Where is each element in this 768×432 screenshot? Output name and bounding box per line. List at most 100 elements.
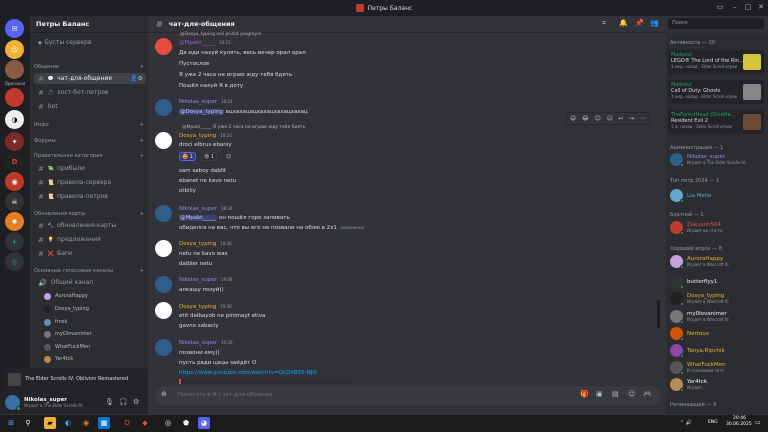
gift-icon[interactable]: 🎁	[580, 390, 589, 398]
voice-channel-general[interactable]: 🔊 Общий канал	[34, 277, 146, 288]
reply-preview[interactable]: @Mpakt_____ Я уже 2 часа не играю жду те…	[182, 125, 306, 130]
channel-petrov-rules[interactable]: # 📜 правила-петров	[34, 191, 146, 202]
message-author[interactable]: @Mpakt_____ 18:21	[179, 40, 231, 46]
server-icon[interactable]: ☠	[5, 192, 24, 211]
edge-icon[interactable]: ◐	[62, 417, 74, 429]
maximize-button[interactable]: □	[743, 3, 753, 12]
activity-card[interactable]: TheForestHead (DiosMa... Resident Evil 2…	[668, 110, 764, 134]
invite-icon[interactable]: 👤⚙	[130, 75, 143, 82]
server-icon[interactable]: ◉	[5, 172, 24, 191]
message-author[interactable]: Nikolas_super 18:34	[179, 206, 233, 212]
attach-icon[interactable]: ⊕	[161, 390, 167, 398]
message-author[interactable]: Dosya_typing 18:24	[179, 133, 232, 139]
category-general[interactable]: Общение +	[34, 64, 144, 70]
member-item[interactable]: butterflyy1	[670, 273, 764, 290]
avatar[interactable]	[155, 276, 172, 293]
activity-card[interactable]: Madsoul Call of Duty: Ghosts 1 нед. наза…	[668, 80, 764, 104]
reaction[interactable]: 🤩 1	[179, 152, 197, 161]
activity-card[interactable]: Madsoul LEGO® The Lord of the Rin... 1 н…	[668, 50, 764, 74]
avatar[interactable]	[155, 240, 172, 257]
notification-bell-icon[interactable]: 🔔	[619, 19, 628, 27]
channel-bot[interactable]: # bot	[34, 101, 146, 112]
start-icon[interactable]: ⊞	[5, 417, 17, 429]
guild-header[interactable]: Петры Баланс	[30, 16, 148, 33]
boosts-item[interactable]: ◆ Бусты сервера	[34, 37, 146, 48]
explorer-icon[interactable]: ▰	[44, 417, 56, 429]
direct-messages-icon[interactable]: ✉	[5, 19, 24, 38]
steam-icon[interactable]: ◎	[162, 417, 174, 429]
search-input[interactable]: Поиск	[668, 18, 764, 29]
message-author[interactable]: Dosya_typing 19:26	[179, 304, 232, 310]
category-updates[interactable]: Обновления карты +	[34, 211, 144, 217]
channel-map-updates[interactable]: # 🔨 обновления-карты	[34, 220, 146, 231]
reaction-icon[interactable]: 😂	[582, 115, 589, 122]
member-item[interactable]: Tanya.Ripchik	[670, 342, 764, 359]
emoji-icon[interactable]: ☺	[628, 390, 635, 398]
server-icon[interactable]: ✹	[5, 212, 24, 231]
server-icon[interactable]: ✦	[5, 132, 24, 151]
opera-icon[interactable]: O	[121, 417, 133, 429]
microphone-icon[interactable]: 🎙	[105, 398, 114, 406]
reply-icon[interactable]: ↩	[619, 115, 624, 122]
channel-profits[interactable]: # 💸 прибыли	[34, 163, 146, 174]
inbox-icon[interactable]: ▭	[715, 3, 725, 12]
scrollbar[interactable]	[657, 300, 660, 328]
headphones-icon[interactable]: 🎧	[119, 398, 128, 406]
server-icon[interactable]: D	[5, 152, 24, 171]
forward-icon[interactable]: ↪	[629, 115, 634, 122]
member-item[interactable]: Lia Mella	[670, 187, 764, 204]
category-legal[interactable]: Правительная категория +	[34, 153, 144, 159]
close-button[interactable]: ✕	[756, 3, 766, 12]
message-author[interactable]: Nikolas_super 19:08	[179, 277, 233, 283]
app-icon[interactable]: ◉	[80, 417, 92, 429]
channel-chat[interactable]: # 💬 чат-для-общения 👤⚙	[34, 73, 146, 84]
server-icon[interactable]	[5, 88, 24, 107]
reply-preview[interactable]: @Dosya_typing esli pridot poigraym	[180, 32, 262, 37]
app-icon[interactable]: ⬟	[180, 417, 192, 429]
server-icon[interactable]: ☺	[5, 40, 24, 59]
members-icon[interactable]: 👥	[650, 19, 659, 27]
search-icon[interactable]: ⚲	[22, 417, 34, 429]
add-reaction-icon[interactable]: ☺	[224, 152, 233, 161]
tray-icons[interactable]: ⌃ 🔊	[680, 420, 692, 426]
message-author[interactable]: Nikolas_super 18:24	[179, 99, 233, 105]
voice-user[interactable]: Dosya_typing	[44, 304, 144, 314]
discord-icon[interactable]: ◕	[198, 417, 210, 429]
member-item[interactable]: Nertoux	[670, 325, 764, 342]
link-embed[interactable]	[179, 379, 351, 384]
channel-host-bot[interactable]: # 🎵 хост-бот-петров	[34, 87, 146, 98]
channel-suggestions[interactable]: # 💡 предложения	[34, 234, 146, 245]
avatar[interactable]	[155, 339, 172, 356]
minimize-button[interactable]: –	[730, 3, 740, 12]
member-item[interactable]: Yar4tck Играет...	[670, 376, 764, 393]
reaction-icon[interactable]: 😊	[595, 115, 601, 122]
member-item[interactable]: AuroraHappy Играет в Warcraft III	[670, 253, 764, 270]
category-voice[interactable]: Основные голосовые каналы +	[34, 268, 144, 274]
language-indicator[interactable]: ENG	[708, 420, 718, 425]
settings-icon[interactable]: ⚙	[133, 398, 139, 406]
avatar[interactable]	[155, 132, 172, 149]
discover-icon[interactable]: ◎	[5, 252, 24, 271]
message-author[interactable]: Dosya_typing 18:34	[179, 241, 232, 247]
game-controller-icon[interactable]: 🎮	[643, 390, 652, 398]
clock[interactable]: 20:46 30.06.2025	[726, 416, 752, 428]
member-item[interactable]: Dosya_typing Играет в Warcraft III	[670, 290, 764, 307]
add-reaction-icon[interactable]: ☺	[607, 115, 613, 122]
channel-server-rules[interactable]: # 📜 правила-сервера	[34, 177, 146, 188]
category-info[interactable]: Инфо +	[34, 122, 144, 128]
reaction[interactable]: 😝 1	[201, 152, 217, 161]
member-item[interactable]: my0lovanimer Играет в Warcraft III	[670, 308, 764, 325]
store-icon[interactable]: ▦	[98, 417, 110, 429]
app-icon[interactable]: ◆	[139, 417, 151, 429]
reaction-icon[interactable]: 😄	[570, 115, 576, 122]
message-author[interactable]: Nikolas_super 19:26	[179, 340, 233, 346]
avatar[interactable]	[155, 38, 172, 55]
server-icon[interactable]	[5, 60, 24, 79]
message-link[interactable]: https://www.youtube.com/watch?v=QLDhB55-…	[179, 370, 317, 376]
activity-panel[interactable]: The Elder Scrolls IV: Oblivion Remastere…	[4, 368, 148, 390]
member-item[interactable]: Nikolas_super Играет в The Elder Scrolls …	[670, 151, 764, 168]
avatar[interactable]	[155, 99, 172, 116]
sticker-icon[interactable]: ▤	[612, 390, 619, 398]
avatar[interactable]	[155, 205, 172, 222]
server-icon[interactable]: ◑	[5, 110, 24, 129]
